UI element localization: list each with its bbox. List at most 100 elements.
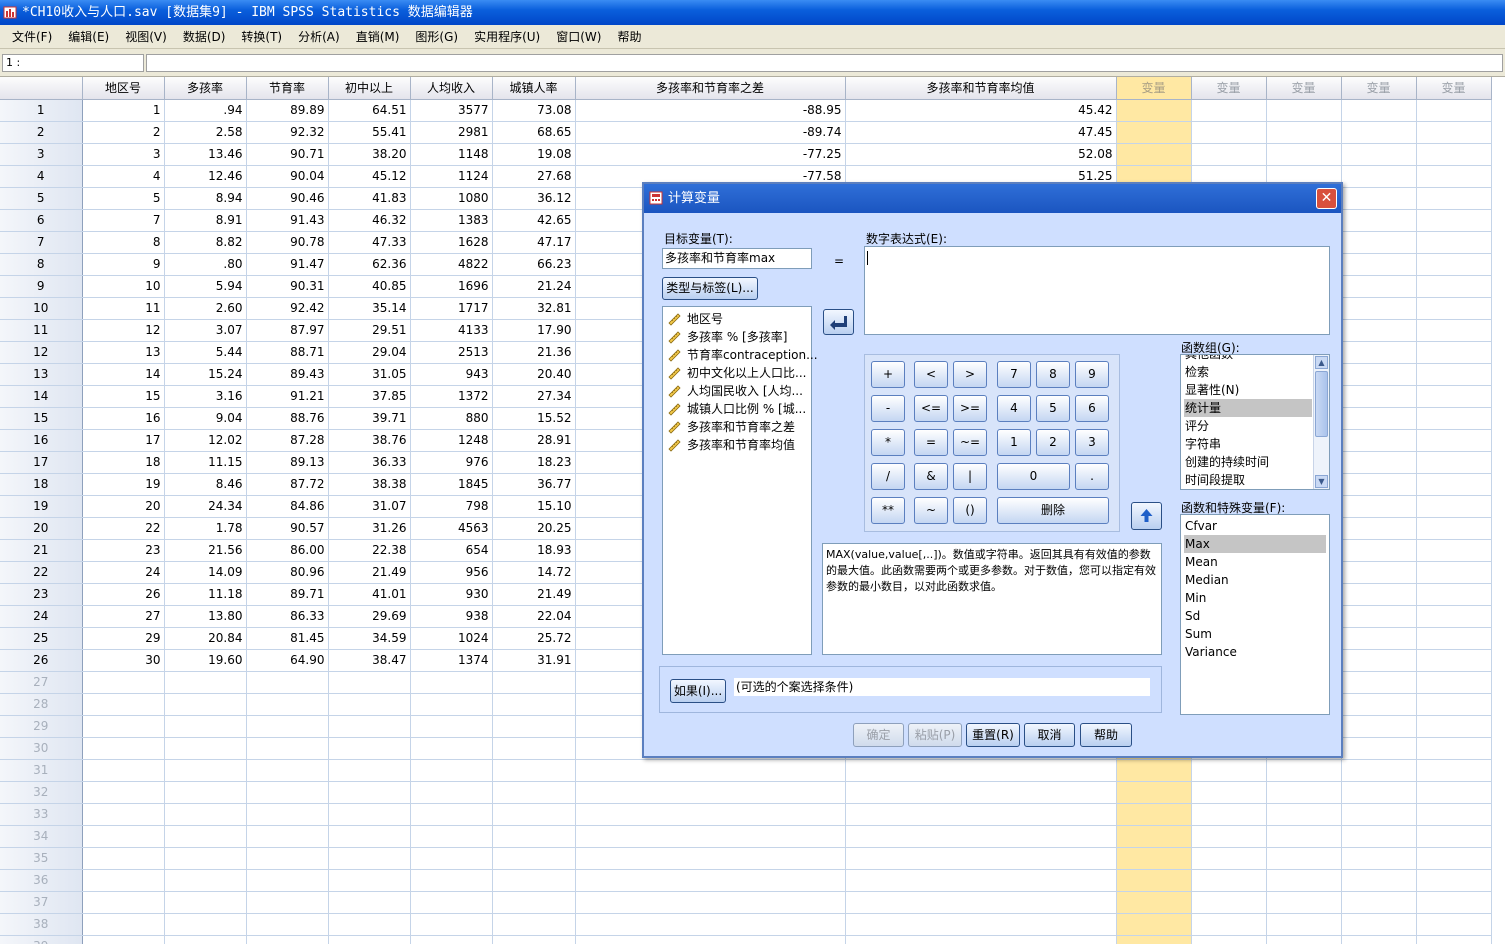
data-cell[interactable] (1341, 935, 1417, 944)
column-header[interactable]: 人均收入 (410, 77, 493, 100)
variable-list-item[interactable]: 多孩率 % [多孩率] (667, 328, 787, 346)
data-cell[interactable]: 15 (82, 385, 165, 408)
row-number[interactable]: 13 (0, 363, 83, 386)
data-cell[interactable]: 81.45 (246, 627, 329, 650)
data-cell[interactable] (410, 737, 493, 760)
data-cell[interactable] (1416, 759, 1492, 782)
data-cell[interactable] (246, 913, 329, 936)
data-cell[interactable] (410, 693, 493, 716)
key-0[interactable]: 0 (997, 463, 1070, 490)
data-cell[interactable] (1416, 363, 1492, 386)
empty-variable-header[interactable]: 变量 (1116, 77, 1192, 100)
key-2[interactable]: 2 (1036, 429, 1070, 456)
data-cell[interactable] (1116, 803, 1192, 826)
data-cell[interactable] (164, 715, 247, 738)
key-7[interactable]: 7 (997, 361, 1031, 388)
data-cell[interactable] (1191, 121, 1267, 144)
data-cell[interactable] (575, 825, 846, 848)
data-cell[interactable] (1266, 825, 1342, 848)
data-cell[interactable] (1416, 253, 1492, 276)
data-cell[interactable] (1416, 143, 1492, 166)
data-cell[interactable] (1416, 275, 1492, 298)
data-cell[interactable] (328, 693, 411, 716)
data-cell[interactable]: 5.44 (164, 341, 247, 364)
data-cell[interactable]: 46.32 (328, 209, 411, 232)
data-cell[interactable]: -89.74 (575, 121, 846, 144)
functions-list[interactable]: Cfvar Max Mean Median Min Sd Sum Variance (1180, 514, 1330, 715)
data-cell[interactable] (246, 847, 329, 870)
data-cell[interactable]: 27.34 (492, 385, 576, 408)
data-cell[interactable] (1341, 539, 1417, 562)
data-cell[interactable] (164, 869, 247, 892)
data-cell[interactable] (1266, 913, 1342, 936)
data-cell[interactable] (82, 825, 165, 848)
row-number[interactable]: 4 (0, 165, 83, 188)
data-cell[interactable] (1341, 869, 1417, 892)
data-cell[interactable] (1116, 99, 1192, 122)
key-not-equal[interactable]: ~= (953, 429, 987, 456)
data-cell[interactable]: 13.46 (164, 143, 247, 166)
data-cell[interactable]: 29.04 (328, 341, 411, 364)
data-cell[interactable] (82, 693, 165, 716)
row-number[interactable]: 7 (0, 231, 83, 254)
data-cell[interactable]: 47.17 (492, 231, 576, 254)
data-cell[interactable]: 4822 (410, 253, 493, 276)
data-cell[interactable]: 4563 (410, 517, 493, 540)
key-delete[interactable]: 删除 (997, 497, 1109, 524)
data-cell[interactable] (845, 913, 1117, 936)
data-cell[interactable]: 943 (410, 363, 493, 386)
menu-edit[interactable]: 编辑(E) (60, 26, 117, 48)
data-cell[interactable]: 8.94 (164, 187, 247, 210)
row-number[interactable]: 30 (0, 737, 83, 760)
data-cell[interactable]: 86.00 (246, 539, 329, 562)
data-cell[interactable]: 28.91 (492, 429, 576, 452)
data-cell[interactable] (1191, 781, 1267, 804)
row-number[interactable]: 11 (0, 319, 83, 342)
data-cell[interactable]: 90.31 (246, 275, 329, 298)
data-cell[interactable]: 12.02 (164, 429, 247, 452)
data-cell[interactable]: 40.85 (328, 275, 411, 298)
data-cell[interactable]: 30 (82, 649, 165, 672)
data-cell[interactable]: 91.43 (246, 209, 329, 232)
key-less-than[interactable]: < (914, 361, 948, 388)
data-cell[interactable] (328, 803, 411, 826)
data-cell[interactable]: 73.08 (492, 99, 576, 122)
data-cell[interactable] (845, 803, 1117, 826)
empty-variable-header[interactable]: 变量 (1191, 77, 1267, 100)
data-cell[interactable] (845, 759, 1117, 782)
row-number[interactable]: 34 (0, 825, 83, 848)
close-button[interactable]: ✕ (1316, 188, 1337, 209)
data-cell[interactable] (1416, 451, 1492, 474)
data-cell[interactable]: 24.34 (164, 495, 247, 518)
data-cell[interactable]: 25.72 (492, 627, 576, 650)
data-cell[interactable] (328, 935, 411, 944)
column-header[interactable]: 城镇人率 (492, 77, 576, 100)
data-cell[interactable]: 90.78 (246, 231, 329, 254)
data-cell[interactable]: 89.89 (246, 99, 329, 122)
data-cell[interactable] (1341, 671, 1417, 694)
data-cell[interactable] (1341, 407, 1417, 430)
data-cell[interactable] (1416, 121, 1492, 144)
function-group-list[interactable]: 其他函数 检索 显著性(N) 统计量 评分 字符串 创建的持续时间 时间段提取 ▲ ▼ (1180, 354, 1330, 490)
data-cell[interactable] (1341, 517, 1417, 540)
data-cell[interactable] (1266, 891, 1342, 914)
data-cell[interactable] (1341, 847, 1417, 870)
function-item[interactable]: Median (1184, 571, 1326, 589)
data-cell[interactable] (1416, 319, 1492, 342)
data-cell[interactable]: 3 (82, 143, 165, 166)
data-cell[interactable]: 13 (82, 341, 165, 364)
column-header[interactable]: 多孩率 (164, 77, 247, 100)
data-cell[interactable]: 62.36 (328, 253, 411, 276)
data-cell[interactable] (82, 913, 165, 936)
data-cell[interactable] (82, 847, 165, 870)
data-cell[interactable] (492, 825, 576, 848)
data-cell[interactable]: 87.72 (246, 473, 329, 496)
data-cell[interactable]: 92.42 (246, 297, 329, 320)
function-group-item[interactable]: 时间段提取 (1184, 471, 1312, 489)
data-cell[interactable] (328, 913, 411, 936)
row-number[interactable]: 27 (0, 671, 83, 694)
data-cell[interactable] (164, 847, 247, 870)
key-plus[interactable]: + (871, 361, 905, 388)
data-cell[interactable] (1416, 671, 1492, 694)
data-cell[interactable]: 16 (82, 407, 165, 430)
